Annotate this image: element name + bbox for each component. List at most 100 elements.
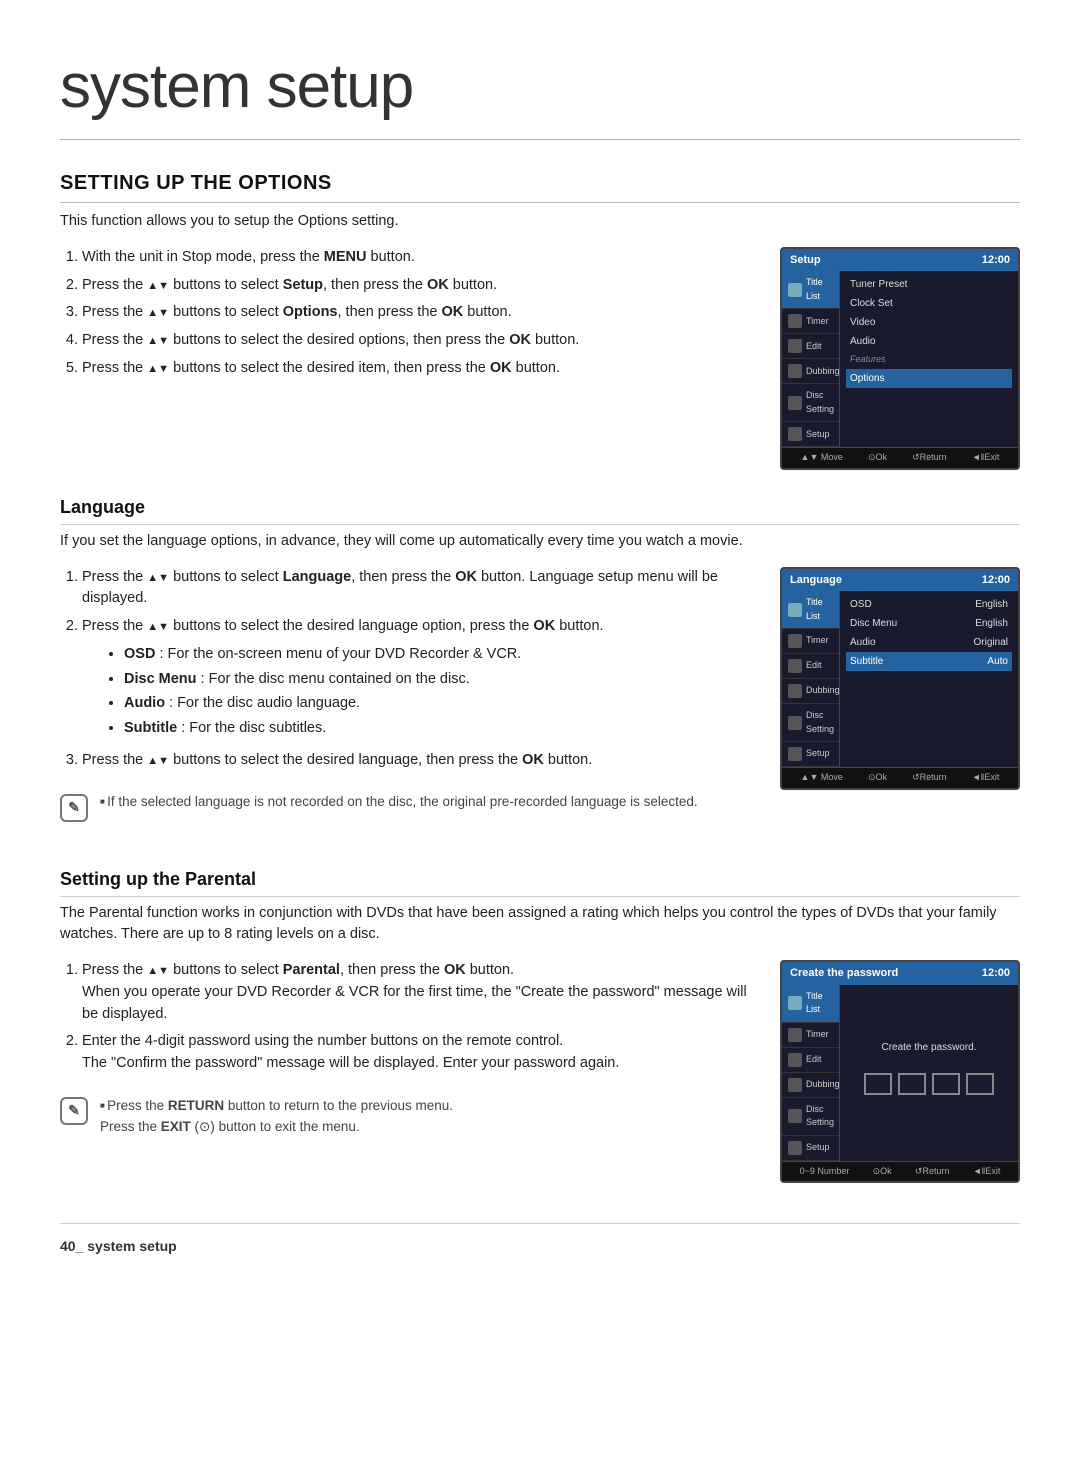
menu-row-highlighted: SubtitleAuto — [846, 652, 1012, 671]
section2-steps-col: Press the ▲▼ buttons to select Language,… — [60, 567, 750, 842]
sidebar-item: Timer — [782, 1023, 839, 1048]
screen-sidebar: Title List Timer Edit Dubbing Disc Setti… — [782, 985, 840, 1161]
screen-body: Title List Timer Edit Dubbing Disc Setti… — [782, 591, 1018, 767]
password-box-3 — [932, 1073, 960, 1095]
sidebar-item: Disc Setting — [782, 384, 839, 422]
sidebar-item: Setup — [782, 742, 839, 767]
screen-title: Setup — [790, 252, 821, 269]
language-screen: Language 12:00 Title List Timer Edit Dub… — [780, 567, 1020, 790]
screen-top-bar: Setup 12:00 — [782, 249, 1018, 272]
bottom-move: ▲▼ Move — [801, 451, 843, 465]
section1-intro: This function allows you to setup the Op… — [60, 211, 1020, 233]
bottom-ok: ⊙Ok — [868, 771, 887, 785]
menu-row: Video — [846, 313, 1012, 332]
section-setting-options: SETTING UP THE OPTIONS This function all… — [60, 168, 1020, 470]
note-text: If the selected language is not recorded… — [100, 792, 698, 812]
setup-screen: Setup 12:00 Title List Timer Edit Dubbin… — [780, 247, 1020, 470]
password-box-2 — [898, 1073, 926, 1095]
sidebar-item: Edit — [782, 654, 839, 679]
section2-heading: Language — [60, 494, 1020, 525]
screen-top-bar: Language 12:00 — [782, 569, 1018, 592]
sidebar-item: Edit — [782, 1048, 839, 1073]
section3-steps-col: Press the ▲▼ buttons to select Parental,… — [60, 960, 750, 1158]
parental-note: ✎ Press the RETURN button to return to t… — [60, 1089, 750, 1144]
section3-intro: The Parental function works in conjuncti… — [60, 903, 1020, 947]
screen-time: 12:00 — [982, 252, 1010, 269]
section2-steps-list: Press the ▲▼ buttons to select Language,… — [60, 567, 750, 772]
note-icon: ✎ — [60, 794, 88, 822]
note-text: Press the RETURN button to return to the… — [100, 1095, 453, 1138]
bottom-exit: ◄‖Exit — [972, 771, 1000, 785]
screen-body: Title List Timer Edit Dubbing Disc Setti… — [782, 271, 1018, 447]
note-icon: ✎ — [60, 1097, 88, 1125]
section1-screen: Setup 12:00 Title List Timer Edit Dubbin… — [780, 247, 1020, 470]
list-item: Press the ▲▼ buttons to select Options, … — [82, 302, 750, 324]
bottom-move: ▲▼ Move — [801, 771, 843, 785]
section1-heading: SETTING UP THE OPTIONS — [60, 168, 1020, 203]
menu-row: Disc MenuEnglish — [846, 614, 1012, 633]
sidebar-item: Dubbing — [782, 679, 839, 704]
sidebar-item: Title List — [782, 591, 839, 629]
password-boxes — [864, 1073, 994, 1095]
menu-row: OSDEnglish — [846, 595, 1012, 614]
screen-body: Title List Timer Edit Dubbing Disc Setti… — [782, 985, 1018, 1161]
bottom-return: ↺Return — [915, 1165, 950, 1179]
sidebar-item: Timer — [782, 629, 839, 654]
parental-screen: Create the password 12:00 Title List Tim… — [780, 960, 1020, 1183]
list-item: Press the ▲▼ buttons to select the desir… — [82, 616, 750, 740]
bottom-exit: ◄‖Exit — [972, 451, 1000, 465]
section3-content: Press the ▲▼ buttons to select Parental,… — [60, 960, 1020, 1183]
bottom-ok: ⊙Ok — [873, 1165, 892, 1179]
list-item: Press the ▲▼ buttons to select the desir… — [82, 330, 750, 352]
screen-bottom-bar: 0~9 Number ⊙Ok ↺Return ◄‖Exit — [782, 1161, 1018, 1182]
list-item: Disc Menu : For the disc menu contained … — [124, 669, 750, 691]
menu-row: Clock Set — [846, 294, 1012, 313]
sidebar-item: Title List — [782, 985, 839, 1023]
screen-bottom-bar: ▲▼ Move ⊙Ok ↺Return ◄‖Exit — [782, 767, 1018, 788]
sidebar-item: Disc Setting — [782, 704, 839, 742]
bottom-return: ↺Return — [912, 771, 947, 785]
menu-section-label: Features — [846, 351, 1012, 369]
menu-row: Audio — [846, 332, 1012, 351]
screen-time: 12:00 — [982, 965, 1010, 982]
screen-menu-content: Tuner Preset Clock Set Video Audio Featu… — [840, 271, 1018, 447]
menu-row-highlighted: Options — [846, 369, 1012, 388]
section2-screen: Language 12:00 Title List Timer Edit Dub… — [780, 567, 1020, 790]
page-footer: 40_ system setup — [60, 1223, 1020, 1257]
list-item: Press the ▲▼ buttons to select the desir… — [82, 750, 750, 772]
list-item: Press the ▲▼ buttons to select Parental,… — [82, 960, 750, 1025]
sidebar-item: Timer — [782, 309, 839, 334]
list-item: With the unit in Stop mode, press the ME… — [82, 247, 750, 269]
section-language: Language If you set the language options… — [60, 494, 1020, 842]
screen-bottom-bar: ▲▼ Move ⊙Ok ↺Return ◄‖Exit — [782, 447, 1018, 468]
screen-menu-content: OSDEnglish Disc MenuEnglish AudioOrigina… — [840, 591, 1018, 767]
list-item: Press the ▲▼ buttons to select Language,… — [82, 567, 750, 611]
section1-steps-col: With the unit in Stop mode, press the ME… — [60, 247, 750, 392]
password-box-4 — [966, 1073, 994, 1095]
section3-steps-list: Press the ▲▼ buttons to select Parental,… — [60, 960, 750, 1075]
list-item: OSD : For the on-screen menu of your DVD… — [124, 644, 750, 666]
page-title: system setup — [60, 40, 1020, 140]
language-note: ✎ If the selected language is not record… — [60, 786, 750, 828]
screen-title: Create the password — [790, 965, 898, 982]
screen-password-content: Create the password. — [840, 985, 1018, 1161]
section3-screen: Create the password 12:00 Title List Tim… — [780, 960, 1020, 1183]
section2-content: Press the ▲▼ buttons to select Language,… — [60, 567, 1020, 842]
list-item: Audio : For the disc audio language. — [124, 693, 750, 715]
language-options-list: OSD : For the on-screen menu of your DVD… — [82, 644, 750, 740]
sidebar-item: Setup — [782, 1136, 839, 1161]
sidebar-item: Title List — [782, 271, 839, 309]
password-box-1 — [864, 1073, 892, 1095]
create-password-text: Create the password. — [881, 1040, 976, 1055]
section-parental: Setting up the Parental The Parental fun… — [60, 866, 1020, 1184]
list-item: Press the ▲▼ buttons to select Setup, th… — [82, 275, 750, 297]
bottom-number: 0~9 Number — [800, 1165, 850, 1179]
section2-intro: If you set the language options, in adva… — [60, 531, 1020, 553]
section1-steps-list: With the unit in Stop mode, press the ME… — [60, 247, 750, 380]
screen-title: Language — [790, 572, 842, 589]
bottom-ok: ⊙Ok — [868, 451, 887, 465]
screen-sidebar: Title List Timer Edit Dubbing Disc Setti… — [782, 271, 840, 447]
sidebar-item: Dubbing — [782, 359, 839, 384]
menu-row: Tuner Preset — [846, 275, 1012, 294]
sidebar-item: Dubbing — [782, 1073, 839, 1098]
